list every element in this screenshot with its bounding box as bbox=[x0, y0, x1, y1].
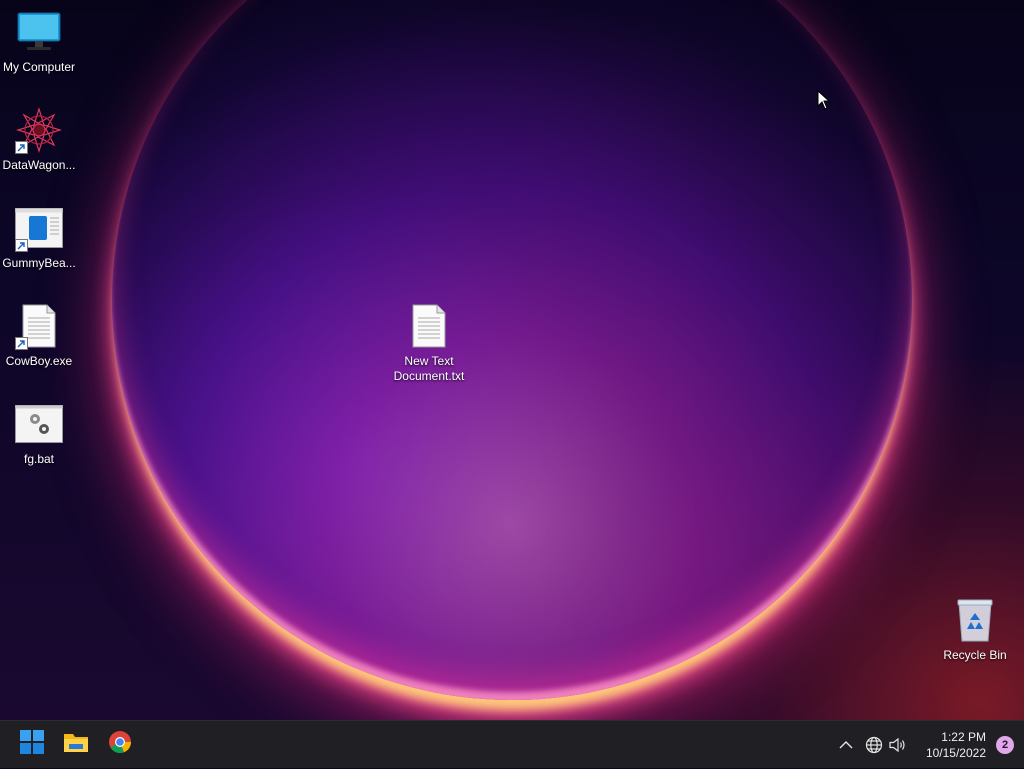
desktop-icon-recycle-bin[interactable]: Recycle Bin bbox=[937, 596, 1013, 663]
shortcut-arrow-icon bbox=[15, 337, 28, 350]
window-app-icon bbox=[15, 204, 63, 252]
chrome-icon bbox=[108, 730, 132, 759]
desktop-icon-label: fg.bat bbox=[23, 452, 55, 466]
chevron-up-icon[interactable] bbox=[834, 733, 858, 757]
windows-start-icon bbox=[20, 729, 44, 759]
desktop-icon-label: GummyBea... bbox=[2, 256, 76, 270]
folder-icon bbox=[63, 731, 89, 758]
clock-time: 1:22 PM bbox=[941, 730, 986, 744]
desktop-icon-gummybea[interactable]: GummyBea... bbox=[1, 204, 77, 271]
file-explorer-button[interactable] bbox=[56, 724, 96, 764]
desktop-icon-my-computer[interactable]: My Computer bbox=[1, 8, 77, 75]
mouse-cursor-icon bbox=[817, 89, 831, 115]
desktop-icon-fg-bat[interactable]: fg.bat bbox=[1, 400, 77, 467]
gears-window-icon bbox=[15, 400, 63, 448]
start-button[interactable] bbox=[12, 724, 52, 764]
document-icon bbox=[15, 302, 63, 350]
notification-badge[interactable]: 2 bbox=[996, 736, 1014, 754]
taskbar: 1:22 PM 10/15/2022 2 bbox=[0, 720, 1024, 768]
speaker-icon[interactable] bbox=[886, 733, 910, 757]
desktop-icon-label: CowBoy.exe bbox=[5, 354, 73, 368]
chrome-button[interactable] bbox=[100, 724, 140, 764]
mandala-icon bbox=[15, 106, 63, 154]
text-document-icon bbox=[405, 302, 453, 350]
system-tray: 1:22 PM 10/15/2022 2 bbox=[834, 721, 1024, 769]
desktop-icon-cowboy[interactable]: CowBoy.exe bbox=[1, 302, 77, 369]
desktop-icon-label: DataWagon... bbox=[2, 158, 76, 172]
shortcut-arrow-icon bbox=[15, 141, 28, 154]
desktop-icon-datawagon[interactable]: DataWagon... bbox=[1, 106, 77, 173]
desktop-icon-label: New Text Document.txt bbox=[393, 354, 465, 383]
clock-date: 10/15/2022 bbox=[925, 746, 986, 760]
taskbar-clock[interactable]: 1:22 PM 10/15/2022 bbox=[926, 729, 986, 761]
desktop-wallpaper bbox=[0, 0, 1024, 720]
desktop-icon-label: My Computer bbox=[2, 60, 76, 74]
desktop-icon-label: Recycle Bin bbox=[943, 648, 1007, 662]
shortcut-arrow-icon bbox=[15, 239, 28, 252]
globe-icon[interactable] bbox=[862, 733, 886, 757]
monitor-icon bbox=[15, 8, 63, 56]
desktop-icon-new-text-document[interactable]: New Text Document.txt bbox=[384, 302, 474, 384]
recycle-bin-icon bbox=[951, 596, 999, 644]
